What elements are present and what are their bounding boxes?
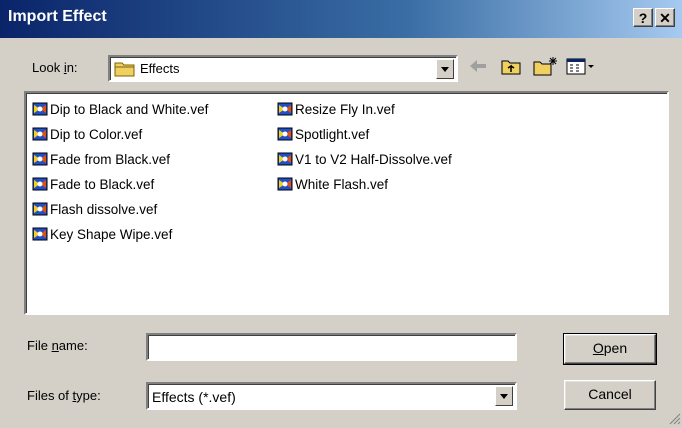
list-item[interactable]: Dip to Color.vef [32,126,142,146]
effect-file-icon [32,101,48,117]
back-icon[interactable] [468,59,488,76]
file-list[interactable]: Dip to Black and White.vef Dip to Color.… [24,91,669,315]
cancel-button[interactable]: Cancel [564,380,656,410]
filename-input[interactable] [146,333,517,361]
help-button[interactable]: ? [633,8,653,27]
effect-file-icon [32,201,48,217]
effect-file-icon [32,226,48,242]
resize-grip-icon[interactable] [668,412,681,428]
close-button[interactable]: ✕ [655,8,675,27]
list-item[interactable]: Fade to Black.vef [32,176,154,196]
lookin-dropdown-arrow[interactable] [436,59,454,79]
window-title: Import Effect [8,8,107,25]
list-item[interactable]: V1 to V2 Half-Dissolve.vef [277,151,452,171]
up-folder-icon[interactable] [500,56,522,79]
lookin-label: Look in: [32,60,78,75]
list-item[interactable]: White Flash.vef [277,176,388,196]
title-bar: Import Effect ? ✕ [0,0,682,38]
lookin-value: Effects [140,61,180,76]
view-menu-icon[interactable] [565,56,595,79]
filetype-label: Files of type: [27,388,101,403]
effect-file-icon [277,151,293,167]
effect-file-icon [32,151,48,167]
filename-label: File name: [27,338,88,353]
folder-icon [114,60,136,80]
effect-file-icon [32,126,48,142]
effect-file-icon [32,176,48,192]
list-item[interactable]: Dip to Black and White.vef [32,101,208,121]
effect-file-icon [277,126,293,142]
list-item[interactable]: Flash dissolve.vef [32,201,157,221]
effect-file-icon [277,176,293,192]
effect-file-icon [277,101,293,117]
lookin-combo[interactable]: Effects [108,55,458,82]
filetype-dropdown-arrow[interactable] [495,386,513,406]
new-folder-icon[interactable] [533,56,559,79]
filetype-combo[interactable]: Effects (*.vef) [146,382,517,410]
filetype-value: Effects (*.vef) [152,389,236,405]
open-button[interactable]: Open [563,333,657,365]
list-item[interactable]: Key Shape Wipe.vef [32,226,172,246]
list-item[interactable]: Spotlight.vef [277,126,369,146]
list-item[interactable]: Resize Fly In.vef [277,101,395,121]
list-item[interactable]: Fade from Black.vef [32,151,170,171]
